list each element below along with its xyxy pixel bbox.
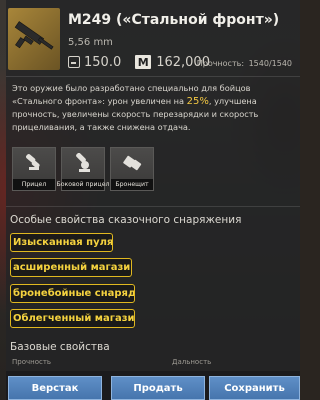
header-divider: [6, 76, 300, 77]
perk-badge[interactable]: бронебойные снаряды - Ур. 1: [10, 284, 135, 303]
weight-icon: [68, 56, 80, 68]
machine-gun-icon: [14, 21, 54, 50]
attachments-divider: [6, 206, 300, 207]
base-label-range: Дальность: [172, 358, 212, 366]
item-header: M249 («Стальной фронт») 5,56 mm 150.0 M …: [6, 0, 300, 76]
attachment-label: Бронещит: [111, 179, 153, 190]
durability-value: 1540/1540: [248, 59, 292, 68]
perk-badge[interactable]: асширенный магазин - Ур. 3: [10, 258, 132, 277]
workbench-button[interactable]: Верстак: [8, 376, 102, 400]
ammo-type: 5,56 mm: [68, 37, 113, 48]
durability-label: Прочность:: [196, 59, 245, 68]
durability: Прочность: 1540/1540: [195, 59, 292, 68]
attachment-slot-side-scope[interactable]: Боковой прицел: [56, 147, 110, 191]
weapon-thumbnail: [8, 8, 60, 70]
save-button[interactable]: Сохранить: [209, 376, 300, 400]
currency-icon: M: [135, 55, 152, 69]
base-properties-title: Базовые свойства: [10, 341, 110, 353]
sell-button[interactable]: Продать: [111, 376, 205, 400]
attachment-slots: Прицел Боковой прицел Бронещит: [12, 147, 154, 191]
attachment-label: Прицел: [13, 179, 55, 190]
weight-value: 150.0: [84, 54, 122, 70]
armor-shield-icon: [120, 152, 146, 176]
scope-icon: [22, 152, 48, 176]
side-scope-icon: [71, 152, 97, 176]
attachment-label: Боковой прицел: [56, 179, 110, 190]
attachment-slot-armor-shield[interactable]: Бронещит: [110, 147, 154, 191]
perk-badge[interactable]: Облегченный магазин - Ур. 2: [10, 309, 135, 328]
perk-badge[interactable]: Изысканная пуля - Ур. 1: [10, 233, 113, 252]
attachment-slot-scope[interactable]: Прицел: [12, 147, 56, 191]
perks-section-title: Особые свойства сказочного снаряжения: [10, 214, 242, 226]
weapon-title: M249 («Стальной фронт»): [68, 12, 280, 28]
weapon-stats: 150.0 M 162,000: [68, 54, 210, 70]
weapon-description: Это оружие было разработано специально д…: [12, 83, 259, 132]
base-label-durability: Прочность: [12, 358, 52, 366]
damage-bonus-highlight: 25%: [186, 96, 209, 107]
